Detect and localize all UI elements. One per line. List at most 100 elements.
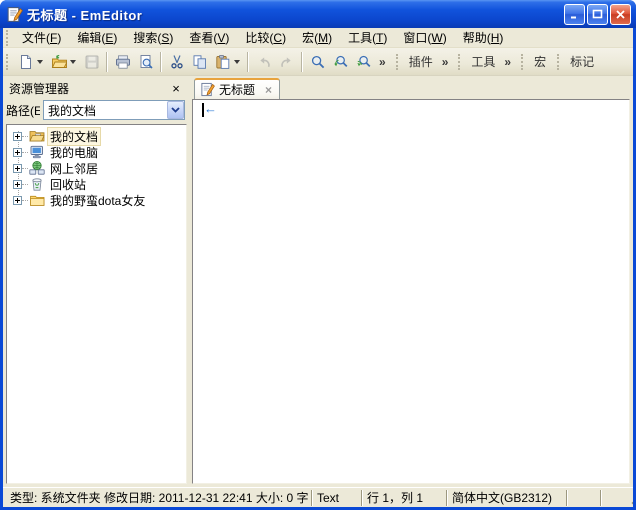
expand-plus-icon[interactable] [13,163,22,173]
toolbar-separator [160,51,162,72]
menu-bar-items: 文件(F) 编辑(E) 搜索(S) 查看(V) 比较(C) 宏(M) 工具(T) 窗口(W) 帮… [14,28,511,48]
menu-item-macros[interactable]: 宏(M) [294,28,340,48]
line-column-status: 行 1，列 1 [367,491,424,505]
recycle-bin-icon [29,176,45,192]
new-file-icon [20,54,31,69]
expand-plus-icon[interactable] [13,195,22,205]
expand-plus-icon[interactable] [13,147,22,157]
menu-bar-grip[interactable] [6,29,11,46]
toolbar: » 插件» 工具» 宏标记 [3,48,633,76]
path-combobox[interactable]: 我的文档 [43,100,185,120]
plugins-toolbar-button[interactable]: 插件 [404,51,438,72]
tree-connector-line [22,151,28,153]
eof-marker: ← [204,101,217,116]
menu-item-help[interactable]: 帮助(H) [455,28,512,48]
emeditor-window: 无标题 - EmEditor 文件(F) 编辑(E) 搜索(S) 查看(V) 比较(C)… [0,0,636,510]
tab-bar: 无标题 × [192,77,630,99]
statusbar-separator [446,489,448,506]
print-button[interactable] [111,51,134,73]
network-icon [29,160,45,176]
editor-pane: 无标题 × ← [192,76,633,487]
cut-icon [170,54,183,68]
print-preview-button[interactable] [134,51,157,73]
tree-item-recycle-bin[interactable]: 回收站 [7,176,186,192]
paste-dropdown-arrow[interactable] [234,59,240,64]
new-file-dropdown-arrow[interactable] [37,59,43,64]
tools-overflow-chevron[interactable]: » [500,55,515,69]
explorer-header: 资源管理器 × [6,78,187,98]
toolbar-grip[interactable] [6,53,11,70]
close-button[interactable] [610,3,631,25]
open-file-dropdown-arrow[interactable] [70,59,76,64]
tab-untitled[interactable]: 无标题 × [194,78,281,99]
statusbar-separator [600,489,602,506]
title-bar[interactable]: 无标题 - EmEditor [0,0,636,28]
tree-item-label: 网上邻居 [50,161,99,176]
toolbar-separator [106,51,108,72]
find-next-icon [356,55,370,67]
path-combobox-value: 我的文档 [48,103,97,118]
plugins-overflow-chevron[interactable]: » [438,55,453,69]
maximize-button[interactable] [587,3,608,25]
menu-item-compare[interactable]: 比较(C) [237,28,294,48]
print-preview-icon [140,54,153,69]
menu-item-search[interactable]: 搜索(S) [125,28,181,48]
tree-item-my-documents[interactable]: 我的文档 [7,126,186,146]
marks-toolbar-button[interactable]: 标记 [565,51,599,72]
tree-item-folder[interactable]: 我的野蛮dota女友 [7,192,186,208]
menu-item-file[interactable]: 文件(F) [14,28,69,48]
new-file-button[interactable] [14,51,37,73]
tree-connector-line [22,199,28,201]
chevron-down-icon[interactable] [167,101,184,119]
open-folder-icon [51,54,67,68]
path-label: 路径(E [6,103,40,118]
save-button[interactable] [80,51,103,73]
my-documents-icon [29,128,45,144]
toolbar-overflow-chevron[interactable]: » [375,55,390,69]
menu-item-tools[interactable]: 工具(T) [340,28,395,48]
expand-plus-icon[interactable] [13,179,22,189]
folder-icon [29,192,45,208]
menu-item-window[interactable]: 窗口(W) [395,28,454,48]
content-area: 资源管理器 × 路径(E 我的文档 我的文档 我的电脑 网上邻居 回收站 我的野蛮dot… [3,76,633,487]
tools-toolbar-button[interactable]: 工具 [466,51,500,72]
cut-button[interactable] [165,51,188,73]
toolbar-group-marks: 标记 [556,51,599,72]
encoding-status: 简体中文(GB2312) [452,491,553,505]
window-title: 无标题 - EmEditor [27,7,143,23]
menu-item-edit[interactable]: 编辑(E) [69,28,125,48]
toolbar-grip[interactable] [395,53,401,70]
menu-bar: 文件(F) 编辑(E) 搜索(S) 查看(V) 比较(C) 宏(M) 工具(T) 窗口(W) 帮… [3,28,633,48]
minimize-button[interactable] [564,3,585,25]
copy-button[interactable] [188,51,211,73]
tree-connector-line [22,183,28,185]
tree-item-my-computer[interactable]: 我的电脑 [7,144,186,160]
expand-plus-icon[interactable] [13,131,22,141]
toolbar-grip[interactable] [458,53,463,70]
tab-close-icon[interactable]: × [265,84,272,96]
find-icon [311,55,324,68]
explorer-close-icon[interactable]: × [168,80,184,96]
find-next-button[interactable] [352,51,375,73]
redo-button[interactable] [275,51,298,73]
file-type-status: Text [317,490,340,505]
resize-grip[interactable] [627,492,633,506]
find-button[interactable] [306,51,329,73]
editor-text-area[interactable]: ← [192,99,630,484]
macros-toolbar-button[interactable]: 宏 [529,51,551,72]
tree-item-label: 回收站 [50,177,87,192]
undo-icon [259,56,270,67]
paste-button[interactable] [211,51,234,73]
open-file-button[interactable] [47,51,70,73]
menu-item-view[interactable]: 查看(V) [181,28,237,48]
toolbar-grip[interactable] [521,53,526,70]
undo-button[interactable] [252,51,275,73]
find-previous-button[interactable] [329,51,352,73]
toolbar-group-tools: 工具» [457,51,515,72]
tree-item-network[interactable]: 网上邻居 [7,160,186,176]
tree-connector-line [22,135,28,137]
copy-icon [193,54,206,69]
tree-item-label: 我的野蛮dota女友 [50,193,146,208]
toolbar-group-plugins: 插件» [395,51,453,72]
toolbar-grip[interactable] [557,53,562,70]
